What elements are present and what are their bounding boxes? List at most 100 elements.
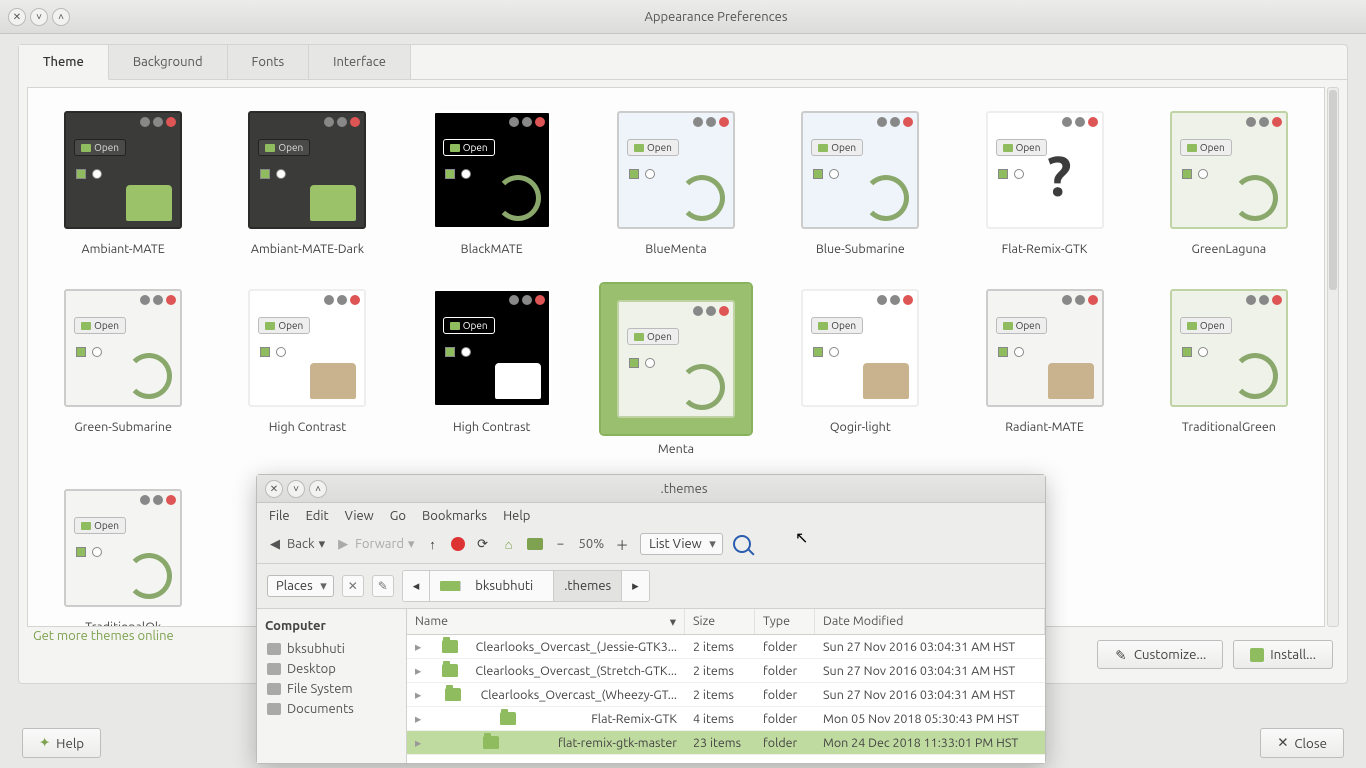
close-button[interactable]: ✕Close <box>1260 728 1344 758</box>
places-selector[interactable]: Places <box>267 575 334 597</box>
theme-item[interactable]: OpenBlueMenta <box>593 106 759 256</box>
search-icon[interactable] <box>733 535 751 553</box>
expand-icon[interactable]: ▸ <box>415 711 425 726</box>
menu-bookmarks[interactable]: Bookmarks <box>422 509 487 523</box>
home-folder-icon <box>440 581 461 591</box>
theme-label: BlueMenta <box>645 242 706 256</box>
table-row[interactable]: ▸Clearlooks_Overcast_(Jessie-GTK3...2 it… <box>407 635 1045 659</box>
folder-icon <box>442 664 458 677</box>
tab-fonts[interactable]: Fonts <box>228 45 310 79</box>
col-name[interactable]: Name▾ <box>407 609 685 634</box>
theme-item[interactable]: Open?Flat-Remix-GTK <box>961 106 1127 256</box>
fm-window-close-icon[interactable]: ✕ <box>265 480 283 498</box>
file-name: Clearlooks_Overcast_(Stretch-GTK... <box>475 664 677 678</box>
menu-help[interactable]: Help <box>503 509 530 523</box>
fm-titlebar: ✕ ˅ ˄ .themes <box>257 475 1045 503</box>
table-row[interactable]: ▸flat-remix-gtk-master23 itemsfolderMon … <box>407 731 1045 755</box>
theme-item[interactable]: OpenHigh Contrast <box>224 284 390 456</box>
menu-view[interactable]: View <box>345 509 374 523</box>
edit-path-icon[interactable]: ✎ <box>372 575 394 597</box>
window-maximize-icon[interactable]: ˄ <box>52 8 70 26</box>
help-button[interactable]: ✦Help <box>22 728 101 758</box>
theme-item[interactable]: OpenGreenLaguna <box>1146 106 1312 256</box>
file-type: folder <box>755 636 815 658</box>
menu-file[interactable]: File <box>269 509 290 523</box>
computer-icon[interactable] <box>527 538 543 550</box>
theme-label: BlackMATE <box>461 242 523 256</box>
table-row[interactable]: ▸Clearlooks_Overcast_(Wheezy-GT...2 item… <box>407 683 1045 707</box>
zoom-out-icon[interactable]: − <box>553 536 569 552</box>
breadcrumb-current[interactable]: .themes <box>554 571 622 601</box>
scrollbar-thumb[interactable] <box>1329 90 1337 290</box>
window-minimize-icon[interactable]: ˅ <box>30 8 48 26</box>
theme-item[interactable]: OpenHigh Contrast <box>409 284 575 456</box>
breadcrumb-back-icon[interactable]: ◂ <box>403 571 431 601</box>
theme-item[interactable]: OpenAmbiant-MATE <box>40 106 206 256</box>
col-date[interactable]: Date Modified <box>815 609 1045 634</box>
expand-icon[interactable]: ▸ <box>415 663 425 678</box>
sidebar-item-desktop[interactable]: Desktop <box>265 659 398 679</box>
theme-item[interactable]: OpenGreen-Submarine <box>40 284 206 456</box>
window-close-icon[interactable]: ✕ <box>8 8 26 26</box>
folder-icon <box>500 712 516 725</box>
tab-background[interactable]: Background <box>109 45 228 79</box>
breadcrumb: ◂ bksubhuti .themes ▸ <box>402 570 650 602</box>
theme-item[interactable]: OpenQogir-light <box>777 284 943 456</box>
sidebar-item-home[interactable]: bksubhuti <box>265 639 398 659</box>
folder-icon <box>445 688 461 701</box>
scrollbar[interactable] <box>1327 87 1339 627</box>
expand-icon[interactable]: ▸ <box>415 687 425 702</box>
back-button[interactable]: ◀Back ▾ <box>267 536 325 552</box>
tab-interface[interactable]: Interface <box>309 45 411 79</box>
theme-item[interactable]: OpenAmbiant-MATE-Dark <box>224 106 390 256</box>
theme-item[interactable]: OpenTraditionalGreen <box>1146 284 1312 456</box>
sidebar-close-icon[interactable]: ✕ <box>342 575 364 597</box>
forward-icon: ▶ <box>335 536 351 552</box>
theme-item[interactable]: OpenBlue-Submarine <box>777 106 943 256</box>
get-more-themes-link[interactable]: Get more themes online <box>33 629 174 643</box>
view-selector[interactable]: List View <box>640 533 723 555</box>
sidebar-item-filesystem[interactable]: File System <box>265 679 398 699</box>
install-button[interactable]: Install... <box>1233 640 1333 669</box>
file-name: Clearlooks_Overcast_(Jessie-GTK3... <box>476 640 677 654</box>
fm-window-maximize-icon[interactable]: ˄ <box>309 480 327 498</box>
sidebar-item-documents[interactable]: Documents <box>265 699 398 719</box>
zoom-in-icon[interactable]: ＋ <box>614 536 630 552</box>
table-row[interactable]: ▸Clearlooks_Overcast_(Stretch-GTK...2 it… <box>407 659 1045 683</box>
table-row[interactable]: ▸Flat-Remix-GTK4 itemsfolderMon 05 Nov 2… <box>407 707 1045 731</box>
col-type[interactable]: Type <box>755 609 815 634</box>
theme-label: GreenLaguna <box>1192 242 1267 256</box>
fm-window-minimize-icon[interactable]: ˅ <box>287 480 305 498</box>
breadcrumb-home[interactable]: bksubhuti <box>430 571 554 601</box>
theme-label: Ambiant-MATE <box>81 242 164 256</box>
theme-item[interactable]: OpenTraditionalOk <box>40 484 206 627</box>
file-date: Sun 27 Nov 2016 03:04:31 AM HST <box>815 660 1045 682</box>
chevron-down-icon[interactable]: ▾ <box>319 537 326 552</box>
expand-icon[interactable]: ▸ <box>415 735 425 750</box>
customize-button[interactable]: ✎Customize... <box>1097 640 1223 669</box>
theme-item[interactable]: OpenBlackMATE <box>409 106 575 256</box>
file-name: flat-remix-gtk-master <box>558 736 677 750</box>
home-icon[interactable]: ⌂ <box>501 536 517 552</box>
menu-go[interactable]: Go <box>390 509 406 523</box>
theme-label: TraditionalGreen <box>1182 420 1276 434</box>
sidebar-header: Computer <box>265 619 398 633</box>
help-icon: ✦ <box>39 735 50 751</box>
up-icon[interactable]: ↑ <box>425 536 441 552</box>
theme-label: Radiant-MATE <box>1005 420 1084 434</box>
folder-icon <box>442 640 458 653</box>
menu-edit[interactable]: Edit <box>306 509 329 523</box>
breadcrumb-forward-icon[interactable]: ▸ <box>622 571 649 601</box>
reload-icon[interactable]: ⟳ <box>475 536 491 552</box>
desktop-icon <box>267 663 281 675</box>
expand-icon[interactable]: ▸ <box>415 639 425 654</box>
theme-item[interactable]: OpenRadiant-MATE <box>961 284 1127 456</box>
theme-item[interactable]: OpenMenta <box>593 284 759 456</box>
tab-theme[interactable]: Theme <box>19 45 109 80</box>
stop-icon[interactable] <box>451 537 465 551</box>
col-size[interactable]: Size <box>685 609 755 634</box>
file-name: Clearlooks_Overcast_(Wheezy-GT... <box>481 688 677 702</box>
file-date: Sun 27 Nov 2016 03:04:31 AM HST <box>815 636 1045 658</box>
file-size: 23 items <box>685 732 755 754</box>
theme-label: High Contrast <box>453 420 530 434</box>
